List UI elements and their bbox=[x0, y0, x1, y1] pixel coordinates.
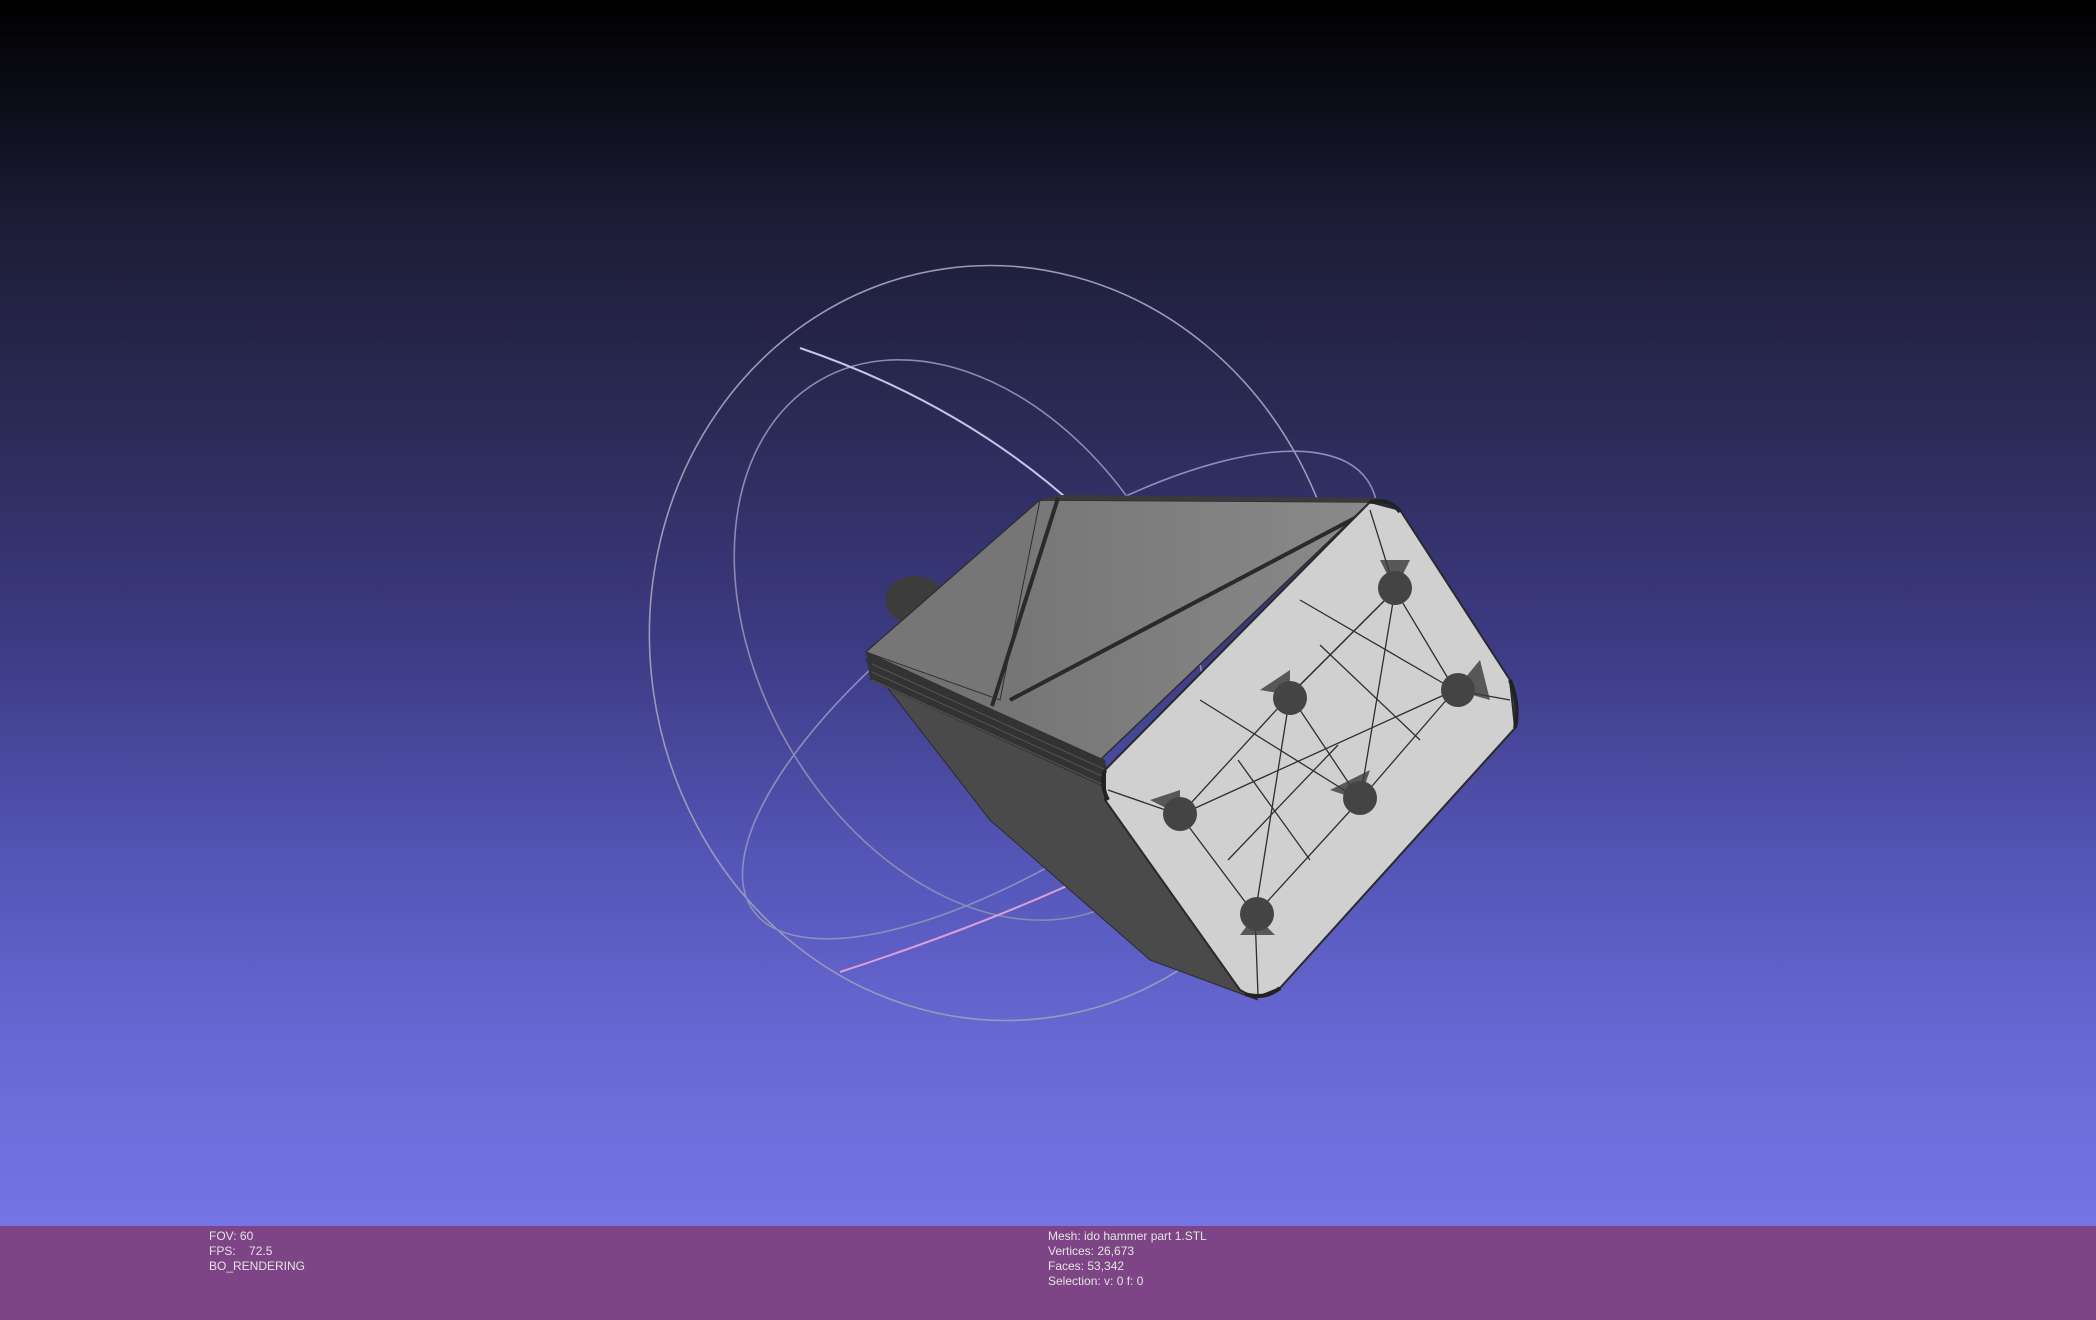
fps-value: 72.5 bbox=[249, 1244, 273, 1258]
mesh-info: Mesh: ido hammer part 1.STL Vertices: 26… bbox=[1048, 1229, 1207, 1289]
3d-viewport[interactable] bbox=[0, 0, 2096, 1226]
face-count: Faces: 53,342 bbox=[1048, 1259, 1125, 1273]
status-bar: FOV: 60 FPS: 72.5 BO_RENDERING Mesh: ido… bbox=[0, 1226, 2096, 1320]
fov-readout: FOV: 60 bbox=[209, 1229, 254, 1243]
scene-canvas[interactable] bbox=[0, 0, 2096, 1226]
render-mode: BO_RENDERING bbox=[209, 1259, 306, 1273]
selection-info: Selection: v: 0 f: 0 bbox=[1048, 1274, 1144, 1288]
vertex-count: Vertices: 26,673 bbox=[1048, 1244, 1135, 1258]
mesh-model[interactable] bbox=[864, 495, 1519, 1001]
fps-readout: FPS: 72.5 bbox=[209, 1244, 305, 1259]
fps-label: FPS: bbox=[209, 1244, 236, 1258]
mesh-name: Mesh: ido hammer part 1.STL bbox=[1048, 1229, 1207, 1243]
render-info: FOV: 60 FPS: 72.5 BO_RENDERING bbox=[209, 1229, 305, 1274]
